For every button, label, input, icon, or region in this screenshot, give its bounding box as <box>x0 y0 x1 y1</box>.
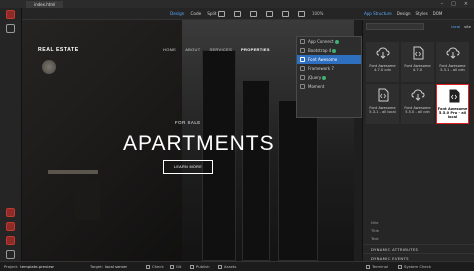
library-card[interactable]: Font Awesome 5.5.0 - all cdn <box>401 84 434 124</box>
properties-panel: title Title Text DYNAMIC ATTRIBUTES DYNA… <box>363 220 474 262</box>
library-card[interactable]: Font Awesome 5.3.1 - all local <box>366 84 399 124</box>
framework-item[interactable]: App Connect <box>297 37 361 46</box>
framework-icon <box>300 84 305 89</box>
check-badge-icon <box>332 49 337 53</box>
cloud-download-icon <box>376 47 390 59</box>
library-search-input[interactable] <box>366 22 424 30</box>
site-nav: HOME ABOUT SERVICES PROPERTIES <box>163 47 270 52</box>
assets-button[interactable]: Assets <box>218 264 236 269</box>
local-filter-link[interactable]: local <box>451 24 460 29</box>
tab-dom[interactable]: DOM <box>433 11 443 16</box>
git-button[interactable]: Git <box>170 264 182 269</box>
left-toolbar <box>0 8 22 261</box>
file-code-icon <box>378 88 389 102</box>
dynamic-attributes-section[interactable]: DYNAMIC ATTRIBUTES <box>363 244 474 253</box>
framework-list: App Connect Bootstrap 4 Font Awesome Fra… <box>296 36 362 118</box>
minimize-icon[interactable]: – <box>441 1 444 7</box>
check-icon <box>146 264 150 269</box>
file-code-icon <box>449 89 460 103</box>
components-icon[interactable] <box>6 222 15 231</box>
nav-services[interactable]: SERVICES <box>209 47 232 52</box>
terminal-icon <box>366 264 370 269</box>
git-icon <box>170 264 174 269</box>
code-view-tab[interactable]: Code <box>190 11 201 16</box>
tab-design[interactable]: Design <box>397 11 411 16</box>
publish-icon <box>190 264 194 269</box>
hero-eyebrow: FOR SALE <box>175 120 201 125</box>
framework-item-selected[interactable]: Font Awesome <box>297 55 361 64</box>
desktop-icon[interactable] <box>218 10 225 17</box>
settings-icon[interactable] <box>6 236 15 245</box>
document-tab[interactable]: index.html <box>26 0 64 8</box>
mobile-icon[interactable] <box>250 10 257 17</box>
window-controls: – □ × <box>441 1 474 7</box>
right-panel: local site Font Awesome 4.7.0 cdn Font A… <box>362 20 474 261</box>
app-logo-icon[interactable] <box>6 10 15 19</box>
framework-icon <box>300 66 305 71</box>
library-card-selected[interactable]: Font Awesome 5.5.0 Pro - all local <box>436 84 469 124</box>
close-icon[interactable]: × <box>464 1 468 7</box>
system-check-icon <box>398 264 402 269</box>
file-code-icon <box>413 46 424 60</box>
assets-status-icon <box>218 264 222 269</box>
panel-tabs: App Structure Design Styles DOM <box>364 11 442 16</box>
split-view-tab[interactable]: Split <box>207 11 216 16</box>
library-grid: Font Awesome 4.7.0 cdn Font Awesome 4.7.… <box>366 42 472 124</box>
grid-icon[interactable] <box>282 10 289 17</box>
site-brand[interactable]: REAL ESTATE <box>38 47 79 53</box>
check-button[interactable]: Check <box>146 264 164 269</box>
cloud-download-icon <box>446 47 460 59</box>
property-title-field[interactable]: Title <box>363 228 474 236</box>
pointer-icon[interactable] <box>6 24 15 33</box>
system-check-button[interactable]: System Check <box>398 264 431 269</box>
check-badge-icon <box>322 76 327 80</box>
property-title[interactable]: title <box>363 220 474 228</box>
framework-item[interactable]: jQuery <box>297 73 361 82</box>
tablet-icon[interactable] <box>234 10 241 17</box>
main-toolbar: Design Code Split 100% App Structure Des… <box>0 8 474 20</box>
site-filter-link[interactable]: site <box>464 24 471 29</box>
framework-item[interactable]: Framework 7 <box>297 64 361 73</box>
framework-item[interactable]: Moment <box>297 82 361 91</box>
assets-icon[interactable] <box>6 208 15 217</box>
nav-home[interactable]: HOME <box>163 47 176 52</box>
cloud-download-icon <box>411 89 425 101</box>
device-icons <box>218 10 305 17</box>
framework-icon <box>300 48 305 53</box>
framework-icon <box>300 57 305 62</box>
ruler-icon[interactable] <box>298 10 305 17</box>
zoom-level[interactable]: 100% <box>312 11 323 16</box>
property-text-field[interactable]: Text <box>363 236 474 244</box>
maximize-icon[interactable]: □ <box>451 1 456 7</box>
user-icon[interactable] <box>6 250 15 259</box>
nav-properties[interactable]: PROPERTIES <box>241 47 270 52</box>
panel-header: local site <box>363 20 474 32</box>
title-bar: index.html – □ × <box>0 0 474 8</box>
status-bar: Project: template-preview Target: local se… <box>0 261 474 271</box>
design-view-tab[interactable]: Design <box>170 11 184 16</box>
publish-button[interactable]: Publish <box>190 264 210 269</box>
tab-app-structure[interactable]: App Structure <box>364 11 392 16</box>
learn-more-button[interactable]: LEARN MORE <box>163 160 213 174</box>
framework-icon <box>300 39 305 44</box>
preview-icon[interactable] <box>266 10 273 17</box>
framework-item[interactable]: Bootstrap 4 <box>297 46 361 55</box>
view-switcher: Design Code Split <box>170 11 217 16</box>
target-selector[interactable]: Target: local server <box>90 264 127 269</box>
terminal-button[interactable]: Terminal <box>366 264 388 269</box>
hero-heading: APARTMENTS <box>123 132 275 155</box>
library-card[interactable]: Font Awesome 4.7.0 cdn <box>366 42 399 82</box>
project-selector[interactable]: Project: template-preview <box>4 264 54 269</box>
library-card[interactable]: Font Awesome 4.7.0 <box>401 42 434 82</box>
check-badge-icon <box>334 40 339 44</box>
tab-styles[interactable]: Styles <box>416 11 428 16</box>
nav-about[interactable]: ABOUT <box>185 47 200 52</box>
library-card[interactable]: Font Awesome 5.3.1 - all cdn <box>436 42 469 82</box>
framework-icon <box>300 75 305 80</box>
